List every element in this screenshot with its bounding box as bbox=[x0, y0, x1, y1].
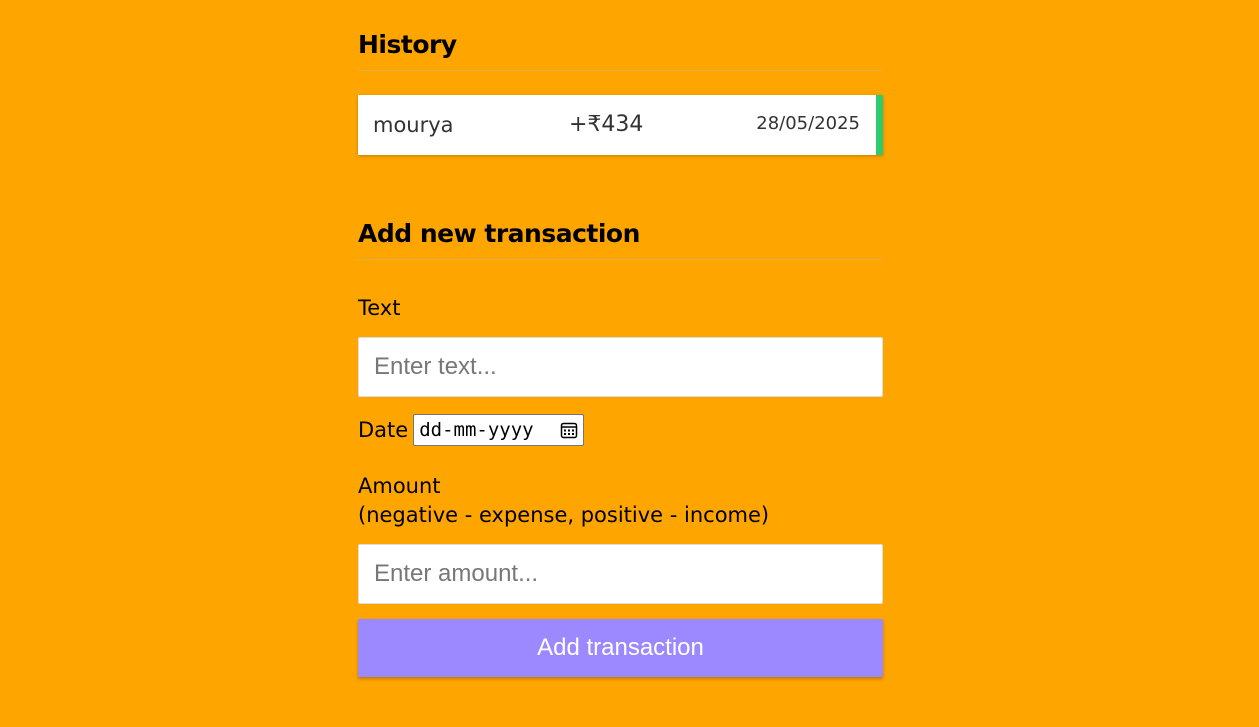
calendar-icon[interactable] bbox=[560, 421, 578, 439]
date-label: Date bbox=[358, 417, 409, 442]
app-container: History mourya +₹434 28/05/2025 Add new … bbox=[358, 0, 883, 677]
history-title: History bbox=[358, 30, 883, 71]
amount-input-placeholder: Enter amount... bbox=[374, 560, 539, 587]
transaction-amount: +₹434 bbox=[569, 112, 644, 137]
date-input-placeholder: dd-mm-yyyy bbox=[419, 418, 534, 441]
add-transaction-form: Text Enter text... Date dd-mm-yyyy Amoun… bbox=[358, 294, 883, 677]
text-label: Text bbox=[358, 296, 401, 320]
add-transaction-title: Add new transaction bbox=[358, 219, 883, 260]
text-input[interactable]: Enter text... bbox=[358, 337, 883, 397]
amount-input[interactable]: Enter amount... bbox=[358, 544, 883, 604]
transaction-date: 28/05/2025 bbox=[756, 113, 860, 134]
amount-label: Amount (negative - expense, positive - i… bbox=[358, 472, 883, 530]
amount-hint: (negative - expense, positive - income) bbox=[358, 503, 770, 527]
transaction-item[interactable]: mourya +₹434 28/05/2025 bbox=[358, 95, 883, 155]
date-row: Date dd-mm-yyyy bbox=[358, 413, 883, 446]
transaction-list: mourya +₹434 28/05/2025 bbox=[358, 95, 883, 155]
add-transaction-button[interactable]: Add transaction bbox=[358, 619, 883, 677]
amount-label-text: Amount bbox=[358, 474, 441, 498]
transaction-text: mourya bbox=[373, 113, 454, 137]
date-input[interactable]: dd-mm-yyyy bbox=[413, 413, 585, 446]
text-input-placeholder: Enter text... bbox=[374, 353, 497, 380]
